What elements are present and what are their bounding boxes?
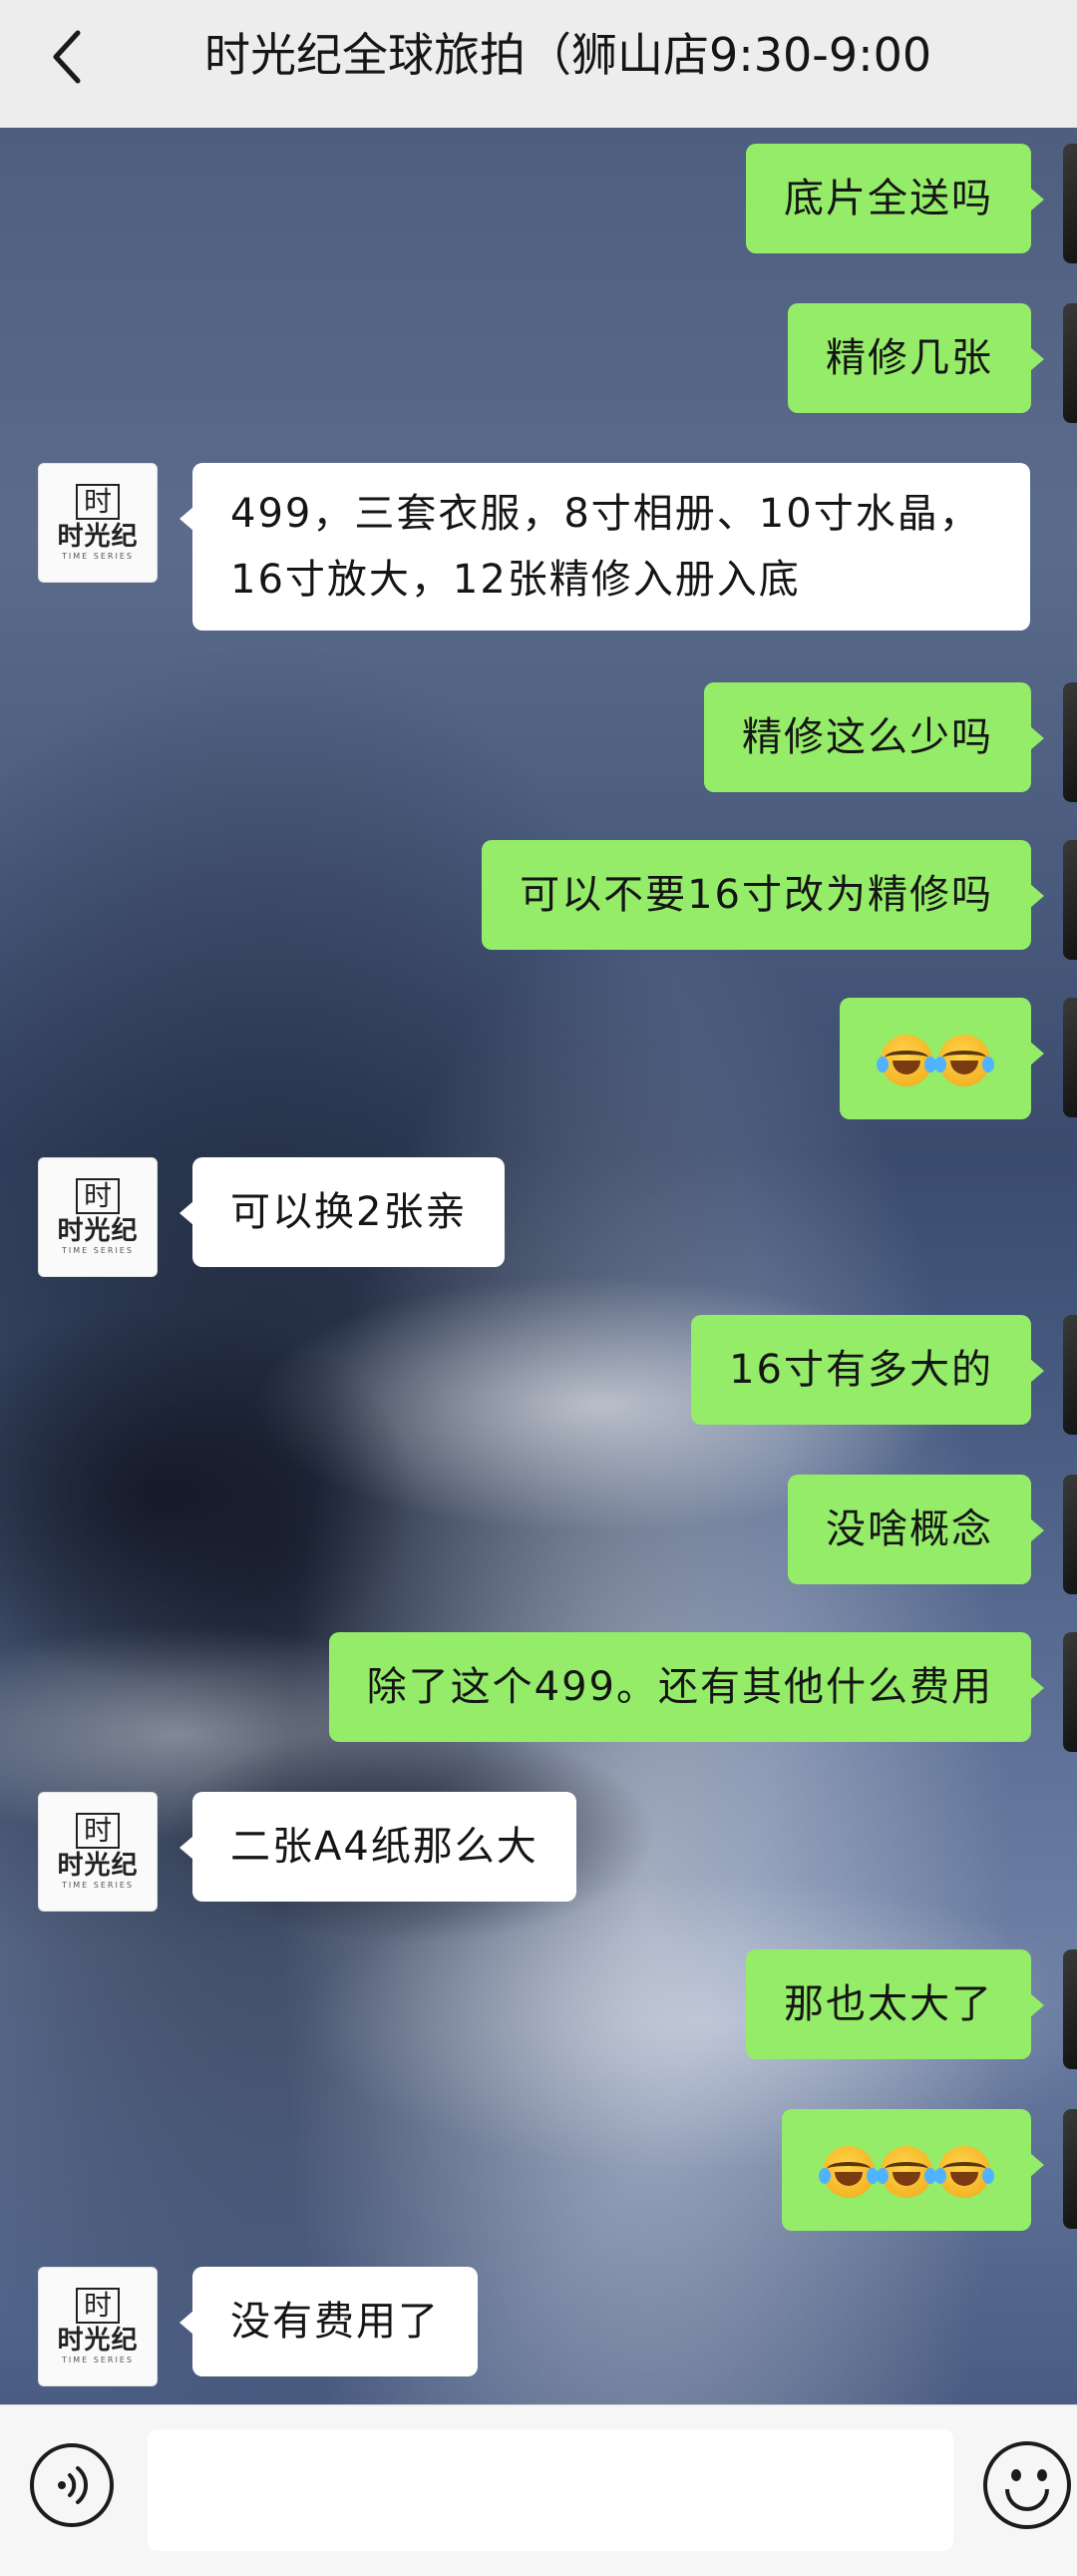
- self-avatar[interactable]: [1063, 1632, 1077, 1752]
- voice-input-icon[interactable]: [30, 2443, 114, 2527]
- logo-mark: 时: [75, 1813, 120, 1849]
- logo-mark: 时: [75, 2288, 120, 2324]
- self-avatar[interactable]: [1063, 144, 1077, 263]
- outgoing-message[interactable]: 底片全送吗: [746, 144, 1044, 253]
- logo-subtitle: TIME SERIES: [62, 552, 134, 561]
- contact-avatar[interactable]: 时 时光纪 TIME SERIES: [38, 1157, 158, 1277]
- logo-mark: 时: [75, 484, 120, 520]
- self-avatar[interactable]: [1063, 1475, 1077, 1594]
- contact-avatar[interactable]: 时 时光纪 TIME SERIES: [38, 2267, 158, 2386]
- self-avatar[interactable]: [1063, 1315, 1077, 1435]
- logo-brand: 时光纪: [57, 1216, 139, 1246]
- self-avatar[interactable]: [1063, 2109, 1077, 2229]
- incoming-message[interactable]: 二张A4纸那么大: [180, 1792, 576, 1902]
- outgoing-message[interactable]: 精修这么少吗: [704, 682, 1044, 792]
- self-avatar[interactable]: [1063, 840, 1077, 960]
- contact-avatar[interactable]: 时 时光纪 TIME SERIES: [38, 1792, 158, 1912]
- outgoing-message[interactable]: 16寸有多大的: [691, 1315, 1044, 1425]
- logo-brand: 时光纪: [57, 2326, 139, 2356]
- chat-title: 时光纪全球旅拍（狮山店9:30-9:00: [204, 28, 932, 82]
- logo-mark: 时: [75, 1178, 120, 1214]
- logo-subtitle: TIME SERIES: [62, 1246, 134, 1255]
- emoji-smile-icon[interactable]: [983, 2441, 1071, 2529]
- logo-brand: 时光纪: [57, 522, 139, 552]
- outgoing-emoji-message[interactable]: [840, 998, 1044, 1119]
- incoming-message[interactable]: 499，三套衣服，8寸相册、10寸水晶，16寸放大，12张精修入册入底: [180, 463, 1030, 631]
- chat-area[interactable]: 底片全送吗 精修几张 时 时光纪 TIME SERIES 499，三套衣服，8寸…: [0, 128, 1077, 2404]
- loudly-crying-face-icon: [877, 1035, 936, 1086]
- contact-avatar[interactable]: 时 时光纪 TIME SERIES: [38, 463, 158, 583]
- loudly-crying-face-icon: [934, 2146, 994, 2198]
- self-avatar[interactable]: [1063, 998, 1077, 1117]
- outgoing-emoji-message[interactable]: [782, 2109, 1044, 2231]
- self-avatar[interactable]: [1063, 682, 1077, 802]
- self-avatar[interactable]: [1063, 1949, 1077, 2069]
- outgoing-message[interactable]: 那也太大了: [746, 1949, 1044, 2059]
- message-input[interactable]: [148, 2429, 953, 2551]
- logo-brand: 时光纪: [57, 1851, 139, 1881]
- chevron-left-icon[interactable]: [42, 22, 92, 92]
- loudly-crying-face-icon: [877, 2146, 936, 2198]
- outgoing-message[interactable]: 没啥概念: [788, 1475, 1044, 1584]
- self-avatar[interactable]: [1063, 303, 1077, 423]
- logo-subtitle: TIME SERIES: [62, 2356, 134, 2364]
- input-bar: [0, 2404, 1077, 2576]
- loudly-crying-face-icon: [819, 2146, 879, 2198]
- outgoing-message[interactable]: 精修几张: [788, 303, 1044, 413]
- chat-header: 时光纪全球旅拍（狮山店9:30-9:00: [0, 0, 1077, 128]
- outgoing-message[interactable]: 可以不要16寸改为精修吗: [482, 840, 1044, 950]
- incoming-message[interactable]: 没有费用了: [180, 2267, 478, 2376]
- logo-subtitle: TIME SERIES: [62, 1881, 134, 1890]
- loudly-crying-face-icon: [934, 1035, 994, 1086]
- outgoing-message[interactable]: 除了这个499。还有其他什么费用: [328, 1632, 1045, 1742]
- incoming-message[interactable]: 可以换2张亲: [179, 1157, 506, 1267]
